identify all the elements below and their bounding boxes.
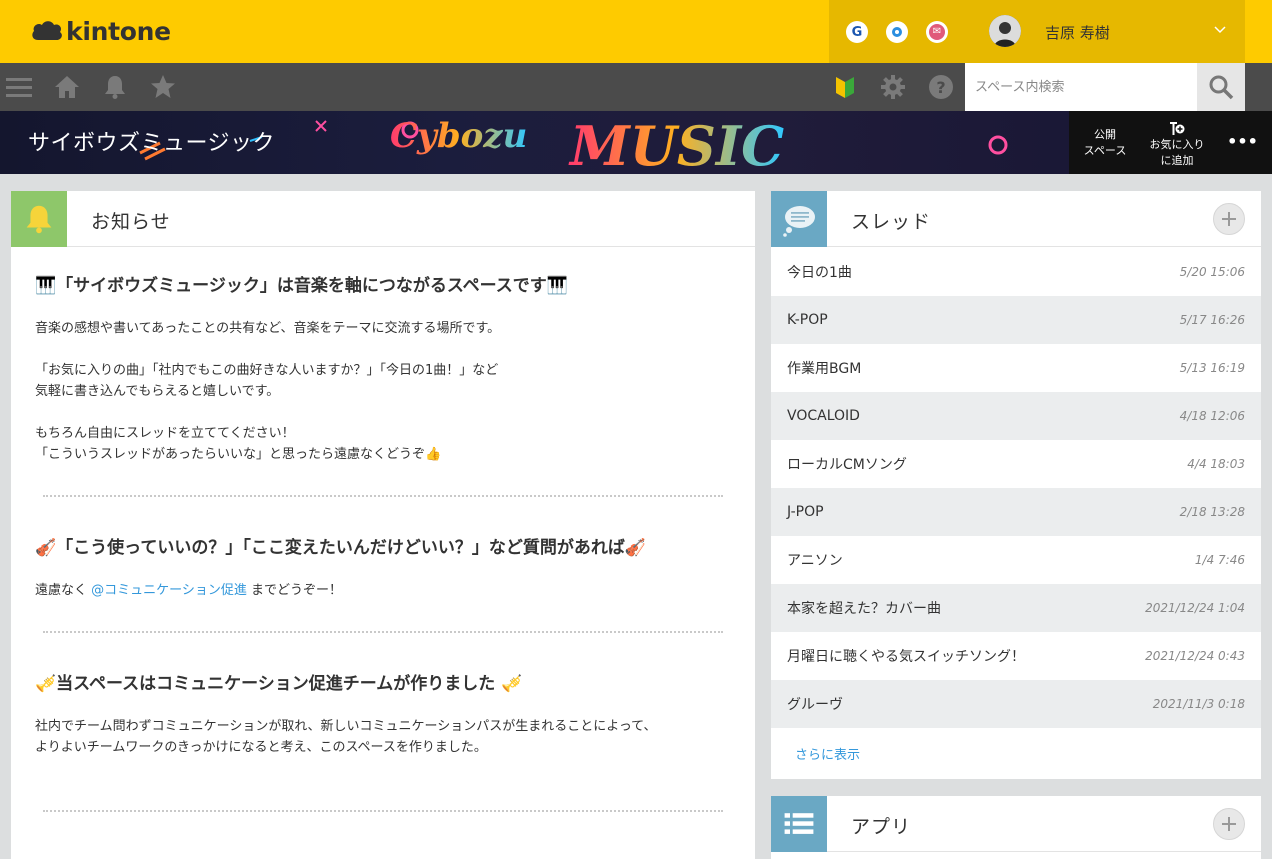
public-space-button[interactable]: 公開 スペース xyxy=(1069,111,1141,174)
space-actions: 公開 スペース お気に入り に追加 ••• xyxy=(1069,111,1272,174)
thread-row[interactable]: 本家を超えた？カバー曲 2021/12/24 1:04 xyxy=(771,584,1261,632)
announcement-line: 音楽の感想や書いてあったことの共有など、音楽をテーマに交流する場所です。 xyxy=(35,321,501,336)
user-name: 吉原 寿樹 xyxy=(1045,24,1110,42)
space-title: サイボウズミュージック xyxy=(28,131,276,156)
avatar xyxy=(989,15,1021,47)
bell-panel-icon xyxy=(11,191,67,247)
app-header: アプリ xyxy=(771,796,1261,852)
announcement-panel: お知らせ 🎹「サイボウズミュージック」は音楽を軸につながるスペースです🎹 音楽の… xyxy=(11,191,755,859)
announcement-title: お知らせ xyxy=(91,211,171,233)
add-app-button[interactable] xyxy=(1213,808,1245,840)
divider xyxy=(43,810,723,812)
search-icon xyxy=(1209,75,1234,100)
thread-row[interactable]: グルーヴ 2021/11/3 0:18 xyxy=(771,680,1261,728)
app-panel: アプリ xyxy=(771,796,1261,859)
thread-row[interactable]: VOCALOID 4/18 12:06 xyxy=(771,392,1261,440)
beginner-icon[interactable] xyxy=(832,74,858,100)
announcement-line: 「お気に入りの曲」「社内でもこの曲好きな人いますか？」「今日の1曲！」など xyxy=(35,363,499,378)
svg-text:?: ? xyxy=(936,78,945,97)
announcement-line: 社内でチーム問わずコミュニケーションが取れ、新しいコミュニケーションパスが生まれ… xyxy=(35,719,657,734)
thread-list: 今日の1曲 5/20 15:06 K-POP 5/17 16:26 作業用BGM 5/… xyxy=(771,248,1261,728)
music-banner-art-icon: Cybozu MUSIC xyxy=(390,114,784,174)
thread-row[interactable]: 今日の1曲 5/20 15:06 xyxy=(771,248,1261,296)
thread-row[interactable]: ローカルCMソング 4/4 18:03 xyxy=(771,440,1261,488)
thread-header: スレッド xyxy=(771,191,1261,247)
thread-row[interactable]: アニソン 1/4 7:46 xyxy=(771,536,1261,584)
service-links: G ✉ xyxy=(829,0,965,63)
thread-row[interactable]: 月曜日に聴くやる気スイッチソング！ 2021/12/24 0:43 xyxy=(771,632,1261,680)
kintone-logo[interactable]: kintone xyxy=(30,16,171,46)
announcement-body: 🎹「サイボウズミュージック」は音楽を軸につながるスペースです🎹 音楽の感想や書い… xyxy=(35,271,731,848)
plus-icon xyxy=(1222,212,1236,226)
announcement-header: お知らせ xyxy=(11,191,755,247)
thread-row[interactable]: 作業用BGM 5/13 16:19 xyxy=(771,344,1261,392)
svg-text:Cybozu: Cybozu xyxy=(390,116,527,156)
cloud-logo-icon xyxy=(32,21,62,40)
bell-icon[interactable] xyxy=(102,74,128,100)
announcement-line: 「こういうスレッドがあったらいいな」と思ったら遠慮なくどうぞ👍 xyxy=(35,447,442,462)
show-more-link[interactable]: さらに表示 xyxy=(795,744,860,763)
thread-panel-icon xyxy=(771,191,827,247)
mail-icon[interactable]: ✉ xyxy=(926,21,948,43)
help-icon[interactable]: ? xyxy=(928,74,954,100)
announcement-line: もちろん自由にスレッドを立ててください！ xyxy=(35,426,295,441)
plus-icon xyxy=(1222,817,1236,831)
space-banner: Cybozu MUSIC サイボウズミュージック 公開 スペース お気に入り に… xyxy=(0,111,1272,174)
announcement-line: 気軽に書き込んでもらえると嬉しいです。 xyxy=(35,384,280,399)
mention-link[interactable]: @コミュニケーション促進 xyxy=(91,583,247,598)
add-favorite-button[interactable]: お気に入り に追加 xyxy=(1141,111,1213,174)
app-title: アプリ xyxy=(851,816,912,838)
app-list-icon xyxy=(771,796,827,852)
announcement-line: よりよいチームワークのきっかけになると考え、このスペースを作りました。 xyxy=(35,740,487,755)
thread-title: スレッド xyxy=(851,211,932,233)
pin-add-icon xyxy=(1170,122,1185,136)
search-button[interactable] xyxy=(1197,63,1245,111)
logo-text: kintone xyxy=(66,16,171,46)
chevron-down-icon xyxy=(1214,26,1226,34)
thread-row[interactable]: J-POP 2/18 13:28 xyxy=(771,488,1261,536)
divider xyxy=(43,495,723,497)
svg-text:MUSIC: MUSIC xyxy=(568,114,784,174)
user-menu[interactable]: 吉原 寿樹 xyxy=(965,0,1245,63)
thread-row[interactable]: K-POP 5/17 16:26 xyxy=(771,296,1261,344)
more-options-button[interactable]: ••• xyxy=(1213,111,1272,174)
top-header: kintone G ✉ 吉原 寿樹 xyxy=(0,0,1272,63)
office-icon[interactable] xyxy=(886,21,908,43)
thread-panel: スレッド 今日の1曲 5/20 15:06 K-POP 5/17 16:26 作業用… xyxy=(771,191,1261,779)
announcement-heading-1: 🎹「サイボウズミュージック」は音楽を軸につながるスペースです🎹 xyxy=(35,276,568,296)
announcement-line: 遠慮なく @コミュニケーション促進 までどうぞー！ xyxy=(35,583,343,598)
home-icon[interactable] xyxy=(54,74,80,100)
announcement-heading-2: 🎻「こう使っていいの？」「ここ変えたいんだけどいい？」など質問があれば🎻 xyxy=(35,538,646,558)
add-thread-button[interactable] xyxy=(1213,203,1245,235)
divider xyxy=(43,631,723,633)
garoon-icon[interactable]: G xyxy=(846,21,868,43)
gear-icon[interactable] xyxy=(880,74,906,100)
space-search-input[interactable] xyxy=(965,63,1197,111)
announcement-heading-3: 🎺当スペースはコミュニケーション促進チームが作りました 🎺 xyxy=(35,674,523,694)
menu-icon[interactable] xyxy=(6,74,32,100)
star-icon[interactable] xyxy=(150,74,176,100)
